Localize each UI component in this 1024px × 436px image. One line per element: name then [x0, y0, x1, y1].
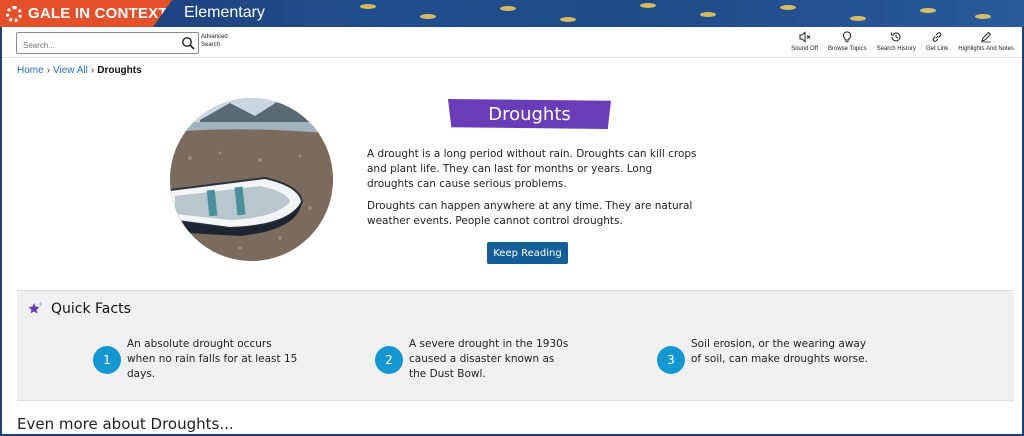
get-link-button[interactable]: Get Link [924, 31, 950, 52]
pencil-icon [981, 31, 992, 43]
drought-photo [170, 98, 333, 261]
brand-logo-block[interactable]: GALE IN CONTEXT [0, 0, 172, 27]
quick-fact-2: 2 A severe drought in the 1930s caused a… [375, 337, 574, 382]
gale-logo-icon [6, 5, 22, 22]
browse-topics-label: Browse Topics [828, 46, 867, 52]
quick-facts-section: Quick Facts 1 An absolute drought occurs… [17, 290, 1014, 401]
get-link-label: Get Link [925, 46, 949, 52]
search-box [16, 32, 199, 56]
keep-reading-button[interactable]: Keep Reading [487, 242, 568, 264]
search-icon[interactable] [181, 36, 195, 50]
toolbar: Advanced Search Sound Off Browse Topics … [2, 27, 1022, 58]
topic-title-banner: Droughts [448, 99, 611, 129]
breadcrumb-separator: › [90, 65, 95, 76]
fact-text: An absolute drought occurs when no rain … [127, 338, 298, 380]
search-input[interactable] [17, 35, 167, 56]
history-icon [891, 32, 901, 42]
fact-number-badge: 1 [93, 346, 121, 374]
breadcrumb-separator: › [46, 65, 51, 76]
breadcrumb-home[interactable]: Home [17, 65, 44, 76]
more-about-heading: Even more about Droughts... [17, 415, 234, 433]
search-history-label: Search History [876, 46, 916, 52]
breadcrumb: Home › View All › Droughts [17, 65, 142, 76]
advanced-search-line2: Search [201, 42, 221, 48]
advanced-search-line1: Advanced [201, 34, 228, 40]
fact-text: A severe drought in the 1930s caused a d… [409, 338, 569, 380]
header-banner: GALE IN CONTEXT Elementary [0, 0, 1024, 27]
lightbulb-icon [843, 31, 852, 43]
advanced-search-link[interactable]: Advanced Search [201, 33, 241, 49]
sound-off-label: Sound Off [791, 46, 818, 52]
highlights-notes-button[interactable]: Highlights And Notes [956, 31, 1016, 52]
star-icon [28, 302, 42, 314]
intro-paragraph-2: Droughts can happen anywhere at any time… [367, 200, 693, 227]
sound-off-button[interactable]: Sound Off [789, 31, 820, 52]
intro-paragraph-1: A drought is a long period without rain.… [367, 148, 697, 190]
tool-buttons: Sound Off Browse Topics Search History G… [789, 31, 1016, 52]
quick-facts-heading: Quick Facts [51, 301, 131, 317]
highlights-notes-label: Highlights And Notes [958, 46, 1014, 52]
topic-intro: A drought is a long period without rain.… [367, 147, 697, 236]
edition-label: Elementary [184, 4, 265, 21]
search-history-button[interactable]: Search History [875, 31, 918, 52]
link-icon [932, 32, 942, 42]
fact-text: Soil erosion, or the wearing away of soi… [691, 338, 868, 365]
fact-number-badge: 3 [657, 346, 685, 374]
quick-facts-header: Quick Facts [26, 300, 131, 318]
breadcrumb-current: Droughts [97, 65, 142, 76]
quick-fact-1: 1 An absolute drought occurs when no rai… [93, 337, 302, 382]
quick-fact-3: 3 Soil erosion, or the wearing away of s… [657, 337, 876, 374]
fact-number-badge: 2 [375, 346, 403, 374]
browse-topics-button[interactable]: Browse Topics [826, 31, 869, 52]
speaker-mute-icon [799, 31, 810, 43]
breadcrumb-view-all[interactable]: View All [53, 65, 88, 76]
brand-name: GALE IN CONTEXT [28, 5, 168, 22]
page-title: Droughts [488, 103, 571, 125]
